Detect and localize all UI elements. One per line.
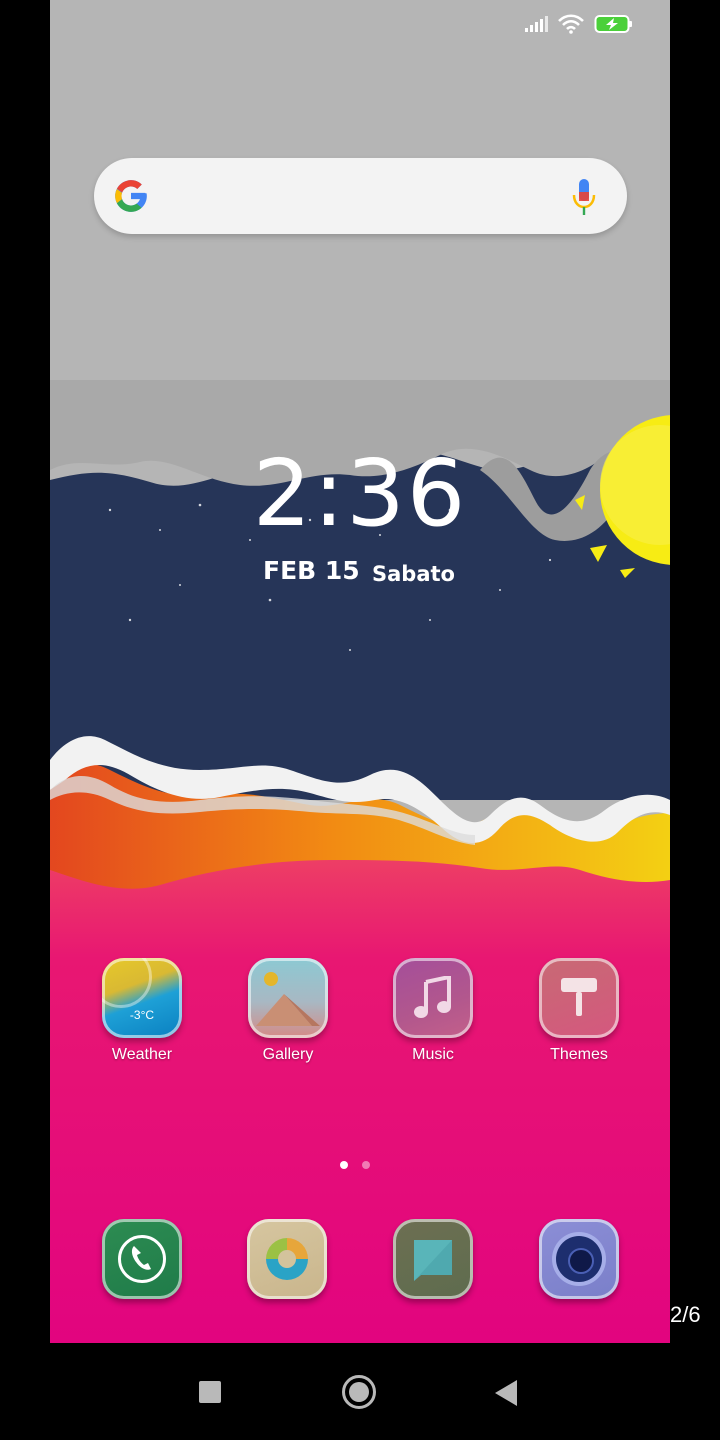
page-dot[interactable] — [362, 1161, 370, 1169]
page-dot-active[interactable] — [340, 1161, 348, 1169]
app-gallery[interactable]: Gallery — [233, 958, 343, 1064]
clock-date: FEB 15 — [263, 556, 360, 585]
back-button[interactable] — [494, 1379, 518, 1407]
wifi-icon — [558, 14, 584, 34]
app-music[interactable]: Music — [378, 958, 488, 1064]
search-bar[interactable] — [94, 158, 627, 234]
themes-icon — [539, 958, 619, 1038]
google-icon — [115, 180, 147, 212]
status-bar — [524, 14, 634, 34]
music-icon — [393, 958, 473, 1038]
phone-icon[interactable] — [102, 1219, 182, 1299]
weather-temp: -3°C — [129, 1008, 155, 1022]
gallery-icon — [248, 958, 328, 1038]
clock-day: Sabato — [372, 562, 455, 586]
app-label: Gallery — [262, 1046, 314, 1063]
camera-icon[interactable] — [539, 1219, 619, 1299]
screenshot-counter: 2/6 — [670, 1302, 701, 1327]
app-themes[interactable]: Themes — [524, 958, 634, 1064]
battery-charging-icon — [594, 15, 632, 33]
app-label: Weather — [111, 1046, 173, 1063]
microphone-icon[interactable] — [571, 178, 597, 216]
app-label: Music — [412, 1046, 454, 1063]
home-button[interactable] — [342, 1375, 376, 1409]
clock-time[interactable]: 2:36 — [50, 448, 670, 540]
recents-button[interactable] — [199, 1381, 221, 1403]
messages-icon[interactable] — [393, 1219, 473, 1299]
browser-icon[interactable] — [247, 1219, 327, 1299]
app-weather[interactable]: -3°C Weather — [87, 958, 197, 1064]
home-button-inner — [349, 1382, 369, 1402]
home-screen: 2:36 FEB 15 Sabato -3°C Weather Gallery — [50, 0, 670, 1343]
navigation-bar — [0, 1343, 720, 1440]
page-indicator[interactable] — [340, 1161, 370, 1169]
app-label: Themes — [550, 1046, 608, 1063]
signal-icon — [525, 16, 548, 32]
weather-icon: -3°C — [102, 958, 182, 1038]
